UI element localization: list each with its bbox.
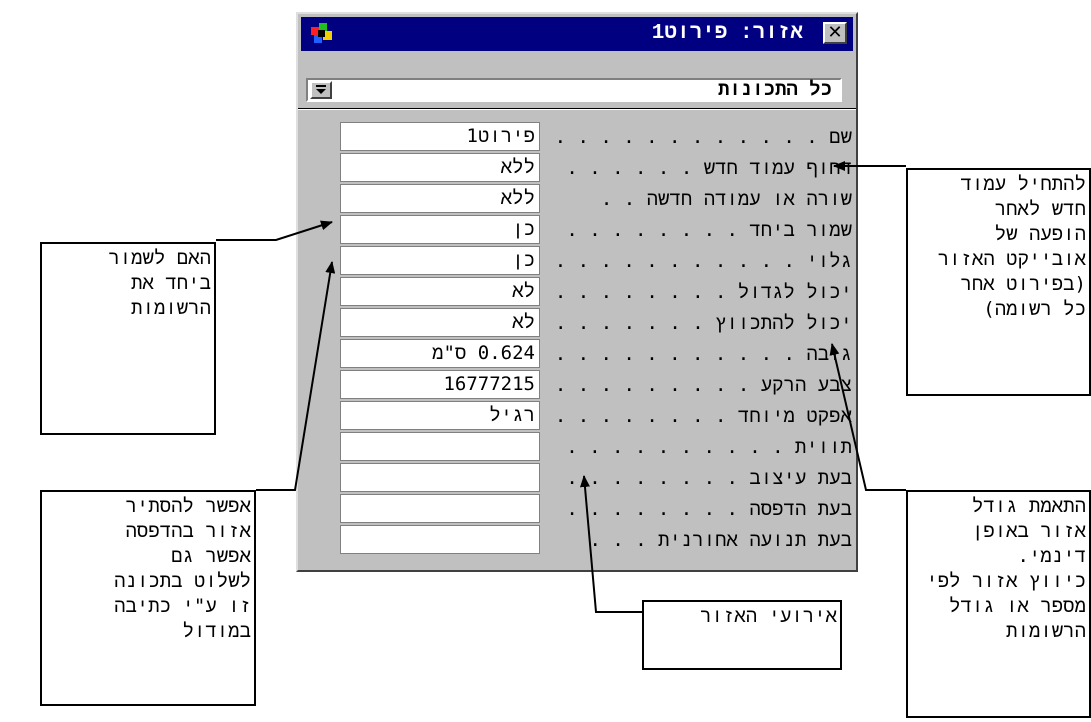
callout-line: הרשומות xyxy=(1006,620,1086,642)
callout-line: אירועי האזור xyxy=(700,605,837,627)
callout-line: אפשר גם xyxy=(171,545,251,567)
callout-line: אפשר להסתיר xyxy=(125,495,251,517)
callout-keep-together: האם לשמור ביחד את הרשומות xyxy=(40,242,216,435)
arrow-can-shrink xyxy=(829,343,906,491)
callout-line: ביחד את xyxy=(131,272,211,294)
callout-line: דינמי. xyxy=(1017,545,1086,567)
callout-line: האם לשמור xyxy=(108,247,211,269)
callout-line: (בפירוט אחר xyxy=(960,273,1087,295)
callout-line: מספר או גודל xyxy=(949,595,1086,617)
callout-line: התאמת גודל xyxy=(971,495,1086,517)
arrow-events xyxy=(579,475,642,613)
arrow-hide-print xyxy=(256,261,336,491)
callout-line: אזור בהדפסה xyxy=(125,520,251,542)
arrow-keep-together xyxy=(216,220,333,241)
callout-hide-print: אפשר להסתיר אזור בהדפסה אפשר גם לשלוט בת… xyxy=(40,490,256,706)
callout-new-page: להתחיל עמוד חדש לאחר הופעה של אובייקט הא… xyxy=(906,168,1091,396)
callout-events: אירועי האזור xyxy=(642,600,842,670)
callout-line: הופעה של xyxy=(994,223,1086,245)
callout-line: לשלוט בתכונה xyxy=(114,570,251,592)
callout-can-shrink: התאמת גודל אזור באופן דינמי. כיווץ אזור … xyxy=(906,490,1091,718)
callout-line: להתחיל עמוד xyxy=(960,173,1086,195)
callout-line: במודול xyxy=(182,620,251,642)
callout-line: כיווץ אזור לפי xyxy=(926,570,1086,592)
callout-line: אזור באופן xyxy=(971,520,1086,542)
callout-line: חדש לאחר xyxy=(994,198,1086,220)
callout-line: זו ע"י כתיבה xyxy=(114,595,251,617)
callout-line: כל רשומה) xyxy=(983,298,1086,320)
callout-line: אובייקט האזור xyxy=(937,248,1086,270)
callout-line: הרשומות xyxy=(131,297,211,319)
